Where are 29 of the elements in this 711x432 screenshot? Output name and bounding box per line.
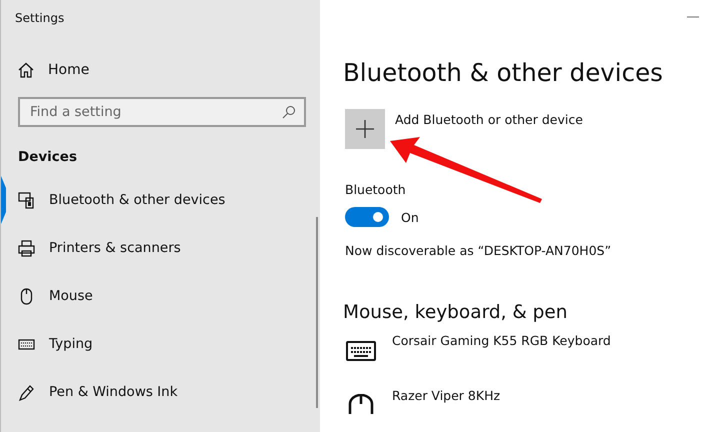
toggle-state: On xyxy=(401,210,419,224)
keyboard-device-icon xyxy=(18,192,35,208)
discoverable-text: Now discoverable as “DESKTOP-AN70H0S” xyxy=(345,243,612,258)
home-icon xyxy=(18,62,34,78)
printer-icon xyxy=(18,240,35,256)
device-item[interactable]: Razer Viper 8KHz xyxy=(346,388,711,432)
section-heading: Devices xyxy=(18,149,78,165)
section-heading: Mouse, keyboard, & pen xyxy=(343,302,569,323)
nav-item[interactable]: Typing xyxy=(1,320,320,368)
search-field[interactable]: Find a setting xyxy=(18,97,306,127)
window-title: Settings xyxy=(14,10,66,27)
home-link[interactable]: Home xyxy=(1,62,320,78)
pen-icon xyxy=(18,384,35,400)
plus-icon xyxy=(356,120,374,138)
mouse-icon xyxy=(346,394,376,414)
nav-item[interactable]: Pen & Windows Ink xyxy=(1,368,320,416)
add-button[interactable] xyxy=(345,109,385,149)
minimize-icon[interactable] xyxy=(687,16,699,18)
mouse-icon xyxy=(18,288,35,304)
nav-item[interactable]: Printers & scanners xyxy=(1,224,320,272)
keyboard-icon xyxy=(346,341,376,361)
scrollbar[interactable] xyxy=(316,217,318,408)
add-device-label: Add Bluetooth or other device xyxy=(395,112,583,129)
device-item[interactable]: Corsair Gaming K55 RGB Keyboard xyxy=(346,333,711,378)
bluetooth-label: Bluetooth xyxy=(345,182,407,197)
bluetooth-toggle[interactable] xyxy=(345,207,389,227)
page-title: Bluetooth & other devices xyxy=(343,58,664,87)
nav-item[interactable]: Mouse xyxy=(1,272,320,320)
search-icon xyxy=(282,105,296,119)
